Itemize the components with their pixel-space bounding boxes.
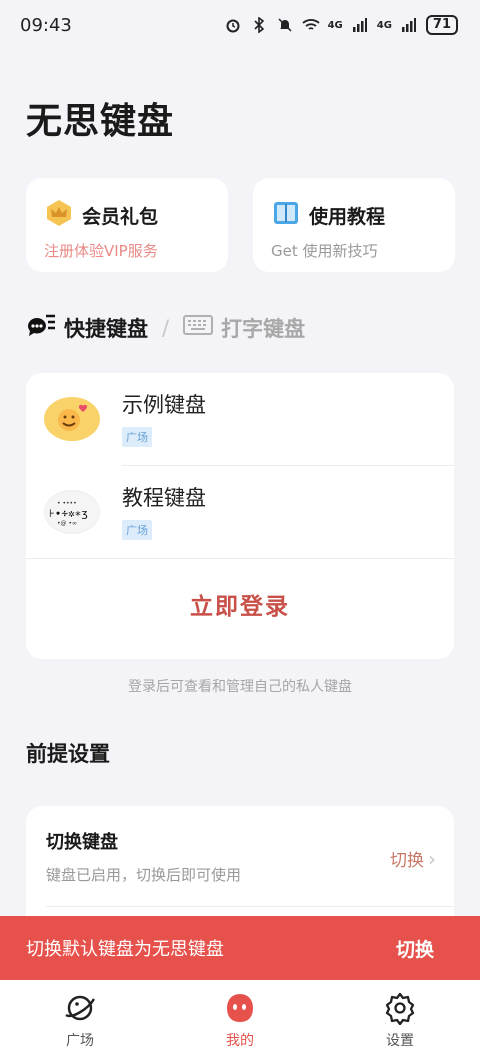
quick-keyboard-icon [26,312,56,343]
signal-icon-1 [351,17,369,33]
vip-promo-subtitle: 注册体验VIP服务 [44,242,158,260]
status-time: 09:43 [20,14,72,36]
battery-level: 71 [425,15,458,35]
section-title: 前提设置 [26,742,110,766]
emoji-face-icon [44,397,100,441]
keyboard-tag: 广场 [122,427,152,447]
switch-keyboard-button[interactable]: 切换 › [390,846,436,872]
network-label-2: 4G [376,19,392,31]
wifi-icon [301,17,320,33]
login-hint: 登录后可查看和管理自己的私人键盘 [128,679,352,695]
status-bar: 09:43 4G 4G 71 [0,0,480,50]
profile-blob-icon [222,990,258,1026]
alarm-icon [224,17,242,33]
nav-label: 我的 [226,1033,254,1049]
nav-item-mine[interactable]: 我的 [180,990,300,1050]
symbols-icon: ⊦∙∻✲∗ʒ • •••• •@ •∞ [44,490,100,534]
keyboard-tag: 广场 [122,520,152,540]
banner-text: 切换默认键盘为无思键盘 [26,939,224,960]
nav-item-settings[interactable]: 设置 [340,990,460,1050]
nav-item-square[interactable]: 广场 [20,990,140,1050]
gear-icon [382,990,418,1026]
planet-icon [62,990,98,1026]
book-icon [271,198,301,232]
list-item[interactable]: ⊦∙∻✲∗ʒ • •••• •@ •∞ 教程键盘 广场 [26,466,454,558]
typing-keyboard-icon [183,314,214,341]
login-button[interactable]: 立即登录 [26,569,454,639]
switch-keyboard-subtitle: 键盘已启用，切换后即可使用 [46,866,242,884]
tutorial-promo-subtitle: Get 使用新技巧 [271,242,378,260]
tutorial-promo-card[interactable]: 使用教程 Get 使用新技巧 [253,178,455,272]
tab-separator: / [162,315,170,340]
switch-keyboard-title: 切换键盘 [46,832,118,853]
tab-typing-keyboard[interactable]: 打字键盘 [221,313,305,343]
nav-label: 广场 [66,1033,94,1049]
svg-text:• ••••: • •••• [57,500,77,507]
tab-quick-keyboard[interactable]: 快捷键盘 [64,313,148,343]
signal-icon-2 [400,17,418,33]
list-item[interactable]: 示例键盘 广场 [26,373,454,465]
keyboard-type-tabs: 快捷键盘 / 打字键盘 [26,312,305,343]
network-label-1: 4G [327,19,343,31]
svg-text:•@ •∞: •@ •∞ [57,520,77,527]
mute-icon [276,17,294,33]
chevron-right-icon: › [428,846,436,871]
bottom-nav: 广场 我的 设置 [0,980,480,1058]
svg-text:⊦∙∻✲∗ʒ: ⊦∙∻✲∗ʒ [49,507,88,520]
default-keyboard-banner: 切换默认键盘为无思键盘 切换 [0,916,480,980]
divider [46,906,454,907]
keyboard-name: 教程键盘 [122,486,206,510]
page-title: 无思键盘 [26,101,175,142]
vip-promo-card[interactable]: 会员礼包 注册体验VIP服务 [26,178,228,272]
banner-switch-button[interactable]: 切换 [396,935,434,962]
tutorial-promo-title: 使用教程 [309,205,386,228]
keyboard-name: 示例键盘 [122,393,206,417]
bluetooth-icon [250,17,268,33]
status-icons: 4G 4G 71 [224,15,458,35]
keyboard-list-card: 示例键盘 广场 ⊦∙∻✲∗ʒ • •••• •@ •∞ 教程键盘 广场 立即登录 [26,373,454,659]
crown-icon [44,198,74,232]
switch-keyboard-action-label: 切换 [390,851,424,871]
nav-label: 设置 [386,1033,414,1049]
divider [26,558,454,559]
vip-promo-title: 会员礼包 [82,205,159,228]
